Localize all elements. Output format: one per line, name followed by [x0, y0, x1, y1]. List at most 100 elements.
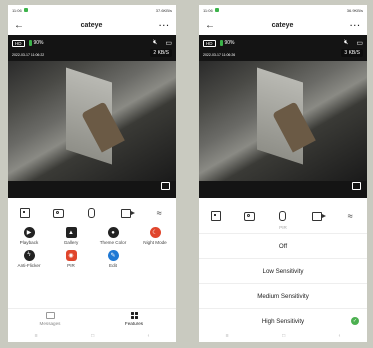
check-icon: ✓ — [351, 317, 359, 325]
microphone-icon[interactable] — [274, 208, 292, 224]
feature-label: Theme Color — [99, 240, 127, 245]
menu-icon[interactable]: ≡ — [226, 333, 229, 339]
anti-flicker-icon: ϟ — [23, 249, 35, 261]
tab-features[interactable]: Features — [92, 309, 176, 329]
feature-label: Playback — [19, 240, 39, 245]
scan-shape — [19, 208, 30, 218]
feature-gallery[interactable]: ▲ Gallery — [50, 227, 92, 246]
home-icon[interactable]: □ — [282, 333, 285, 339]
stream-speed: 2 KB/S — [150, 49, 172, 57]
back-arrow-icon[interactable]: ← — [205, 20, 215, 31]
more-options-icon[interactable]: ··· — [159, 21, 170, 30]
fullscreen-icon[interactable]: ▭ — [356, 39, 363, 47]
feature-label: Anti-Flicker — [17, 262, 41, 268]
back-icon[interactable]: ‹ — [339, 333, 341, 339]
grid-icon — [130, 312, 138, 319]
option-label: Off — [278, 242, 288, 250]
control-bar: ≈ — [8, 203, 176, 223]
pir-icon: ◉ — [65, 249, 77, 261]
option-label: Medium Sensitivity — [257, 292, 309, 300]
menu-icon[interactable]: ≡ — [35, 333, 38, 339]
video-shape — [311, 211, 326, 221]
speaker-muted-icon[interactable]: 🔇︎ — [344, 39, 348, 47]
pir-option-medium[interactable]: Medium Sensitivity — [199, 283, 367, 308]
feature-label: Gallery — [63, 240, 79, 245]
hd-toggle[interactable]: HD — [203, 39, 216, 47]
record-video-icon[interactable] — [117, 205, 135, 221]
bottom-navigation: Messages Features — [8, 308, 176, 329]
fullscreen-icon[interactable]: ▭ — [165, 39, 172, 47]
grid-cell — [130, 312, 134, 315]
pir-option-off[interactable]: Off — [199, 233, 367, 258]
feature-playback[interactable]: ▶ Playback — [8, 227, 50, 246]
more-options-icon[interactable]: ··· — [350, 21, 361, 30]
feature-anti-flicker[interactable]: ϟ Anti-Flicker — [8, 249, 50, 269]
scan-shape — [210, 211, 221, 221]
video-timestamp: 2022-03-17 11:06:26 — [203, 53, 236, 57]
phone-screen-pir: 11:06 36.9KB/s ← cateye ··· HD 90% 🔇︎ ▭ … — [199, 5, 367, 342]
battery-icon — [28, 40, 32, 46]
battery-level: 90% — [224, 40, 235, 46]
status-time: 11:06 — [12, 7, 22, 13]
status-time: 11:06 — [203, 7, 213, 13]
page-title: cateye — [80, 21, 103, 29]
hd-toggle[interactable]: HD — [12, 39, 25, 47]
gallery-icon: ▲ — [65, 227, 77, 238]
grid-cell — [130, 316, 134, 319]
feature-grid: ▶ Playback ▲ Gallery ● Theme Color ☾ Nig… — [8, 227, 176, 268]
camera-live-view[interactable]: HD 90% 🔇︎ ▭ 2022-03-17 11:06:22 2 KB/S — [8, 35, 176, 198]
back-arrow-icon[interactable]: ← — [14, 20, 24, 31]
status-bar: 11:06 36.9KB/s — [199, 5, 367, 15]
video-shape — [120, 208, 135, 218]
mic-shape — [279, 211, 287, 221]
picture-in-picture-icon[interactable] — [161, 182, 170, 190]
grid-cell — [134, 316, 138, 319]
stream-speed: 3 KB/S — [341, 49, 363, 57]
grid-cell — [134, 312, 138, 315]
status-bar: 11:06 37.6KB/s — [8, 5, 176, 15]
camera-shape — [52, 208, 64, 218]
camera-shape — [243, 211, 255, 221]
video-overlay-bar: HD 90% 🔇︎ ▭ — [12, 37, 172, 49]
feature-pir[interactable]: ◉ PIR — [50, 249, 92, 269]
edit-icon: ✎ — [107, 249, 119, 261]
back-icon[interactable]: ‹ — [148, 333, 150, 339]
page-title: cateye — [271, 21, 294, 29]
microphone-icon[interactable] — [83, 205, 101, 221]
notification-icon — [214, 8, 219, 12]
scan-icon[interactable] — [16, 205, 34, 221]
option-label: Low Sensitivity — [262, 267, 304, 275]
tab-label: Messages — [39, 321, 61, 326]
scan-icon[interactable] — [207, 208, 225, 224]
home-icon[interactable]: □ — [91, 333, 94, 339]
battery-level: 90% — [33, 40, 44, 46]
picture-in-picture-icon[interactable] — [352, 182, 361, 190]
feature-night-mode[interactable]: ☾ Night Mode — [134, 227, 176, 246]
chevron-double-down-icon[interactable]: ≈ — [150, 205, 168, 221]
chevron-double-down-icon[interactable]: ≈ — [341, 208, 359, 224]
option-label: High Sensitivity — [261, 317, 305, 325]
video-overlay-bar: HD 90% 🔇︎ ▭ — [203, 37, 363, 49]
phone-screen-features: 11:06 37.6KB/s ← cateye ··· HD 90% 🔇︎ ▭ … — [8, 5, 176, 342]
pir-option-low[interactable]: Low Sensitivity — [199, 258, 367, 283]
camera-snapshot-icon[interactable] — [240, 208, 258, 224]
palette-icon: ● — [107, 227, 119, 238]
feature-edit[interactable]: ✎ Edit — [92, 249, 134, 269]
camera-snapshot-icon[interactable] — [49, 205, 67, 221]
battery-indicator: 90% — [28, 40, 44, 46]
app-bar: ← cateye ··· — [199, 15, 367, 35]
feature-label: Edit — [109, 262, 117, 268]
speaker-muted-icon[interactable]: 🔇︎ — [153, 39, 157, 47]
envelope-icon — [45, 312, 55, 319]
play-icon: ▶ — [23, 227, 35, 238]
pir-title: PIR — [279, 225, 287, 230]
feature-theme-color[interactable]: ● Theme Color — [92, 227, 134, 246]
camera-live-view[interactable]: HD 90% 🔇︎ ▭ 2022-03-17 11:06:26 3 KB/S — [199, 35, 367, 198]
system-navigation: ≡ □ ‹ — [199, 330, 367, 342]
video-timestamp: 2022-03-17 11:06:22 — [12, 53, 45, 57]
notification-icon — [23, 8, 28, 12]
mic-shape — [88, 208, 96, 218]
tab-messages[interactable]: Messages — [8, 309, 92, 329]
feature-label: PIR — [67, 262, 75, 268]
record-video-icon[interactable] — [308, 208, 326, 224]
